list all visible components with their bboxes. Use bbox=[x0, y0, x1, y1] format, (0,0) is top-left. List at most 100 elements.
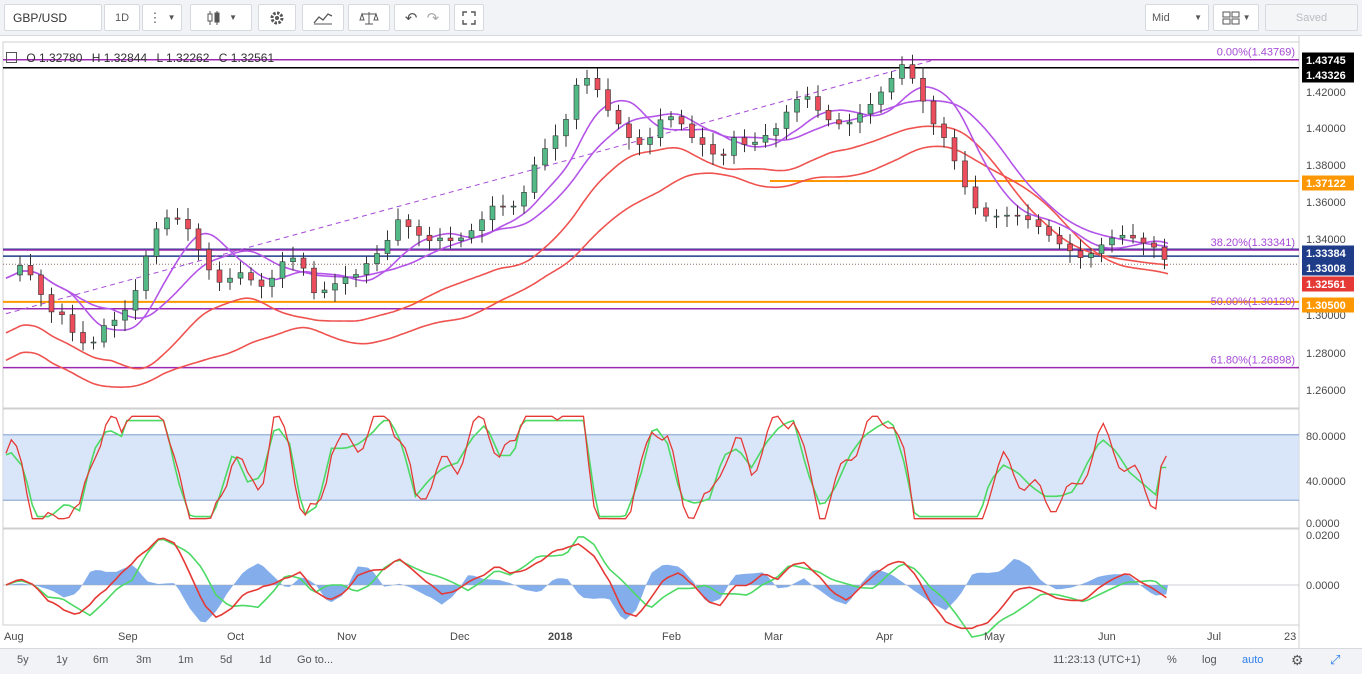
chart-area[interactable]: 0.00%(1.43769) 38.20%(1.33341) 50.00%(1.30… bbox=[0, 36, 1362, 648]
candle-body bbox=[300, 257, 307, 269]
candle-body bbox=[552, 135, 559, 149]
candle-body bbox=[38, 274, 44, 295]
candle-body bbox=[983, 207, 989, 217]
candle-body bbox=[605, 89, 611, 111]
price-source-select[interactable]: Mid ▼ bbox=[1145, 4, 1209, 31]
expand-icon[interactable]: ⤢ bbox=[1330, 652, 1340, 668]
fib-label: 0.00%(1.43769) bbox=[1217, 47, 1295, 59]
candle-body bbox=[237, 272, 244, 279]
top-toolbar: GBP/USD 1D ⋮ ▼ ▼ ↶ ↷ Mid ▼ ▼ Saved bbox=[0, 0, 1362, 36]
candle-body bbox=[1151, 242, 1157, 248]
range-5y[interactable]: 5y bbox=[17, 654, 29, 666]
gear-icon[interactable]: ⚙ bbox=[1291, 652, 1304, 669]
price-badge-text: 1.33384 bbox=[1306, 248, 1347, 260]
candle-body bbox=[1025, 215, 1031, 221]
time-tick: 23 bbox=[1284, 631, 1296, 643]
saved-button[interactable]: Saved bbox=[1265, 4, 1358, 31]
chart-canvas[interactable]: 0.00%(1.43769) 38.20%(1.33341) 50.00%(1.30… bbox=[0, 36, 1362, 648]
interval-menu-button[interactable]: ⋮ ▼ bbox=[142, 4, 182, 31]
candle-body bbox=[80, 332, 86, 344]
candle-body bbox=[542, 148, 548, 166]
redo-icon[interactable]: ↷ bbox=[427, 9, 440, 27]
price-tick: 1.42000 bbox=[1306, 87, 1346, 99]
candle-body bbox=[510, 205, 517, 208]
candle-body bbox=[521, 192, 527, 207]
candle-body bbox=[1130, 234, 1136, 239]
time-tick: Dec bbox=[450, 631, 470, 643]
price-source-value: Mid bbox=[1152, 11, 1170, 24]
candle-body bbox=[101, 325, 107, 343]
legend-close: C 1.32561 bbox=[218, 51, 275, 65]
candle-body bbox=[573, 84, 580, 120]
undo-icon[interactable]: ↶ bbox=[405, 9, 418, 27]
candle-body bbox=[1014, 214, 1021, 217]
range-6m[interactable]: 6m bbox=[93, 654, 108, 666]
layout-button[interactable]: ▼ bbox=[1213, 4, 1259, 31]
candle-body bbox=[773, 128, 779, 136]
time-tick: Oct bbox=[227, 631, 244, 643]
candle-body bbox=[878, 91, 884, 105]
main-pane bbox=[2, 41, 1300, 409]
candle-body bbox=[353, 274, 359, 278]
interval-button[interactable]: 1D bbox=[104, 4, 140, 31]
time-tick: Feb bbox=[662, 631, 681, 643]
range-3m[interactable]: 3m bbox=[136, 654, 151, 666]
time-tick: Apr bbox=[876, 631, 893, 643]
range-5d[interactable]: 5d bbox=[220, 654, 232, 666]
candle-body bbox=[132, 290, 139, 311]
ohlc-legend: O 1.32780 H 1.32844 L 1.32262 C 1.32561 bbox=[6, 51, 280, 65]
time-tick: Mar bbox=[764, 631, 783, 643]
candle-body bbox=[909, 64, 916, 79]
candle-body bbox=[804, 96, 811, 100]
candle-body bbox=[311, 267, 317, 294]
candle-body bbox=[531, 164, 538, 193]
fullscreen-icon bbox=[462, 10, 476, 25]
gear-icon bbox=[270, 11, 284, 24]
candle-body bbox=[447, 237, 454, 242]
price-tick: 1.34000 bbox=[1306, 234, 1346, 246]
price-badge-text: 1.43745 bbox=[1306, 55, 1346, 67]
macd-tick: 0.0200 bbox=[1306, 530, 1340, 542]
range-1d[interactable]: 1d bbox=[259, 654, 271, 666]
candle-body bbox=[563, 119, 569, 137]
candle-body bbox=[111, 319, 118, 326]
time-tick: 2018 bbox=[548, 631, 572, 643]
stoch-tick: 40.0000 bbox=[1306, 476, 1346, 488]
candle-body bbox=[636, 137, 643, 145]
goto-button[interactable]: Go to... bbox=[297, 654, 333, 666]
stochastic-band bbox=[3, 434, 1299, 501]
percent-toggle[interactable]: % bbox=[1167, 654, 1177, 666]
price-badge-text: 1.30500 bbox=[1306, 300, 1346, 312]
candle-body bbox=[962, 160, 968, 188]
candle-body bbox=[699, 137, 706, 145]
candle-body bbox=[332, 283, 338, 291]
price-badge-text: 1.43326 bbox=[1306, 70, 1346, 82]
price-badge-text: 1.37122 bbox=[1306, 178, 1346, 190]
symbol-search-input[interactable]: GBP/USD bbox=[4, 4, 102, 31]
candlestick-icon bbox=[207, 10, 220, 25]
fib-label: 50.00%(1.30120) bbox=[1211, 296, 1295, 308]
legend-high: H 1.32844 bbox=[91, 51, 148, 65]
candle-body bbox=[458, 237, 464, 242]
auto-toggle[interactable]: auto bbox=[1242, 654, 1263, 666]
candle-body bbox=[468, 230, 475, 239]
candle-body bbox=[1140, 237, 1147, 244]
log-toggle[interactable]: log bbox=[1202, 654, 1217, 666]
fib-label: 38.20%(1.33341) bbox=[1211, 237, 1295, 249]
candle-body bbox=[384, 239, 391, 254]
range-1y[interactable]: 1y bbox=[56, 654, 68, 666]
chevron-down-icon: ▼ bbox=[229, 13, 238, 22]
range-1m[interactable]: 1m bbox=[178, 654, 193, 666]
candle-body bbox=[174, 217, 181, 220]
compare-button[interactable] bbox=[348, 4, 390, 31]
indicators-button[interactable] bbox=[302, 4, 344, 31]
candle-body bbox=[741, 137, 748, 145]
chart-style-button[interactable]: ▼ bbox=[190, 4, 252, 31]
candle-body bbox=[248, 272, 254, 281]
fullscreen-button[interactable] bbox=[454, 4, 484, 31]
settings-button[interactable] bbox=[258, 4, 296, 31]
candle-body bbox=[815, 96, 821, 111]
candle-body bbox=[48, 294, 55, 313]
candle-body bbox=[710, 144, 716, 155]
collapse-icon[interactable] bbox=[6, 52, 17, 63]
